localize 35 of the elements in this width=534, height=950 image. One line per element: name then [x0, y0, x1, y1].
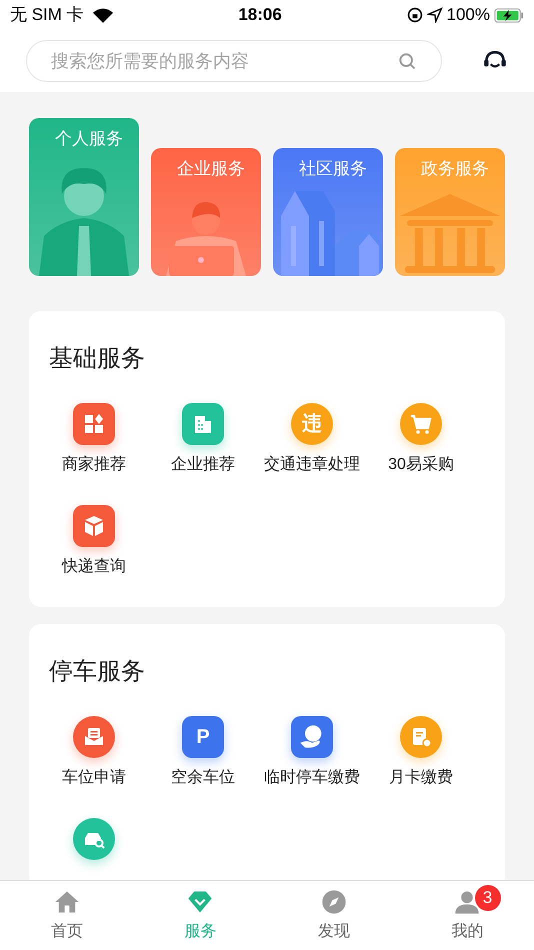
- service-item[interactable]: 临时停车缴费: [257, 716, 367, 790]
- clock-text: 18:06: [238, 4, 282, 26]
- service-item[interactable]: 企业推荐: [148, 403, 258, 477]
- coin-icon: [291, 716, 333, 758]
- search-icon: [397, 51, 417, 71]
- section-title: 停车服务: [49, 657, 146, 687]
- wifi-icon: [92, 6, 114, 24]
- shop-icon: [73, 403, 115, 445]
- service-item[interactable]: 月卡缴费: [366, 716, 476, 790]
- service-item[interactable]: P 空余车位: [148, 716, 258, 790]
- tab-bar-item[interactable]: 我的 3: [400, 881, 534, 950]
- service-item[interactable]: 车位申请: [39, 716, 149, 790]
- tab-bar-item[interactable]: 发现: [267, 881, 400, 950]
- service-item[interactable]: 快递查询: [39, 505, 149, 579]
- service-item[interactable]: 30易采购: [366, 403, 476, 477]
- service-icon: P: [182, 716, 224, 758]
- notification-badge: 3: [474, 885, 500, 911]
- section-title: 基础服务: [49, 344, 146, 374]
- tab-bar-item[interactable]: 首页: [0, 881, 134, 950]
- building-icon: [182, 403, 224, 445]
- rotation-lock-icon: [406, 7, 422, 23]
- service-item[interactable]: 违 交通违章处理: [257, 403, 367, 477]
- inbox-icon: [73, 716, 115, 758]
- battery-text: 100%: [446, 4, 490, 26]
- carrier-text: 无 SIM 卡: [10, 4, 84, 26]
- bill-icon: [400, 716, 442, 758]
- location-icon: [426, 7, 442, 23]
- service-icon: 违: [291, 403, 333, 445]
- cart-icon: [400, 403, 442, 445]
- battery-icon: [494, 8, 524, 22]
- box-icon: [73, 505, 115, 547]
- service-item[interactable]: 商家推荐: [39, 403, 149, 477]
- car-icon: [73, 818, 115, 860]
- compass-icon: [320, 888, 348, 916]
- category-card[interactable]: 社区服务: [273, 148, 383, 276]
